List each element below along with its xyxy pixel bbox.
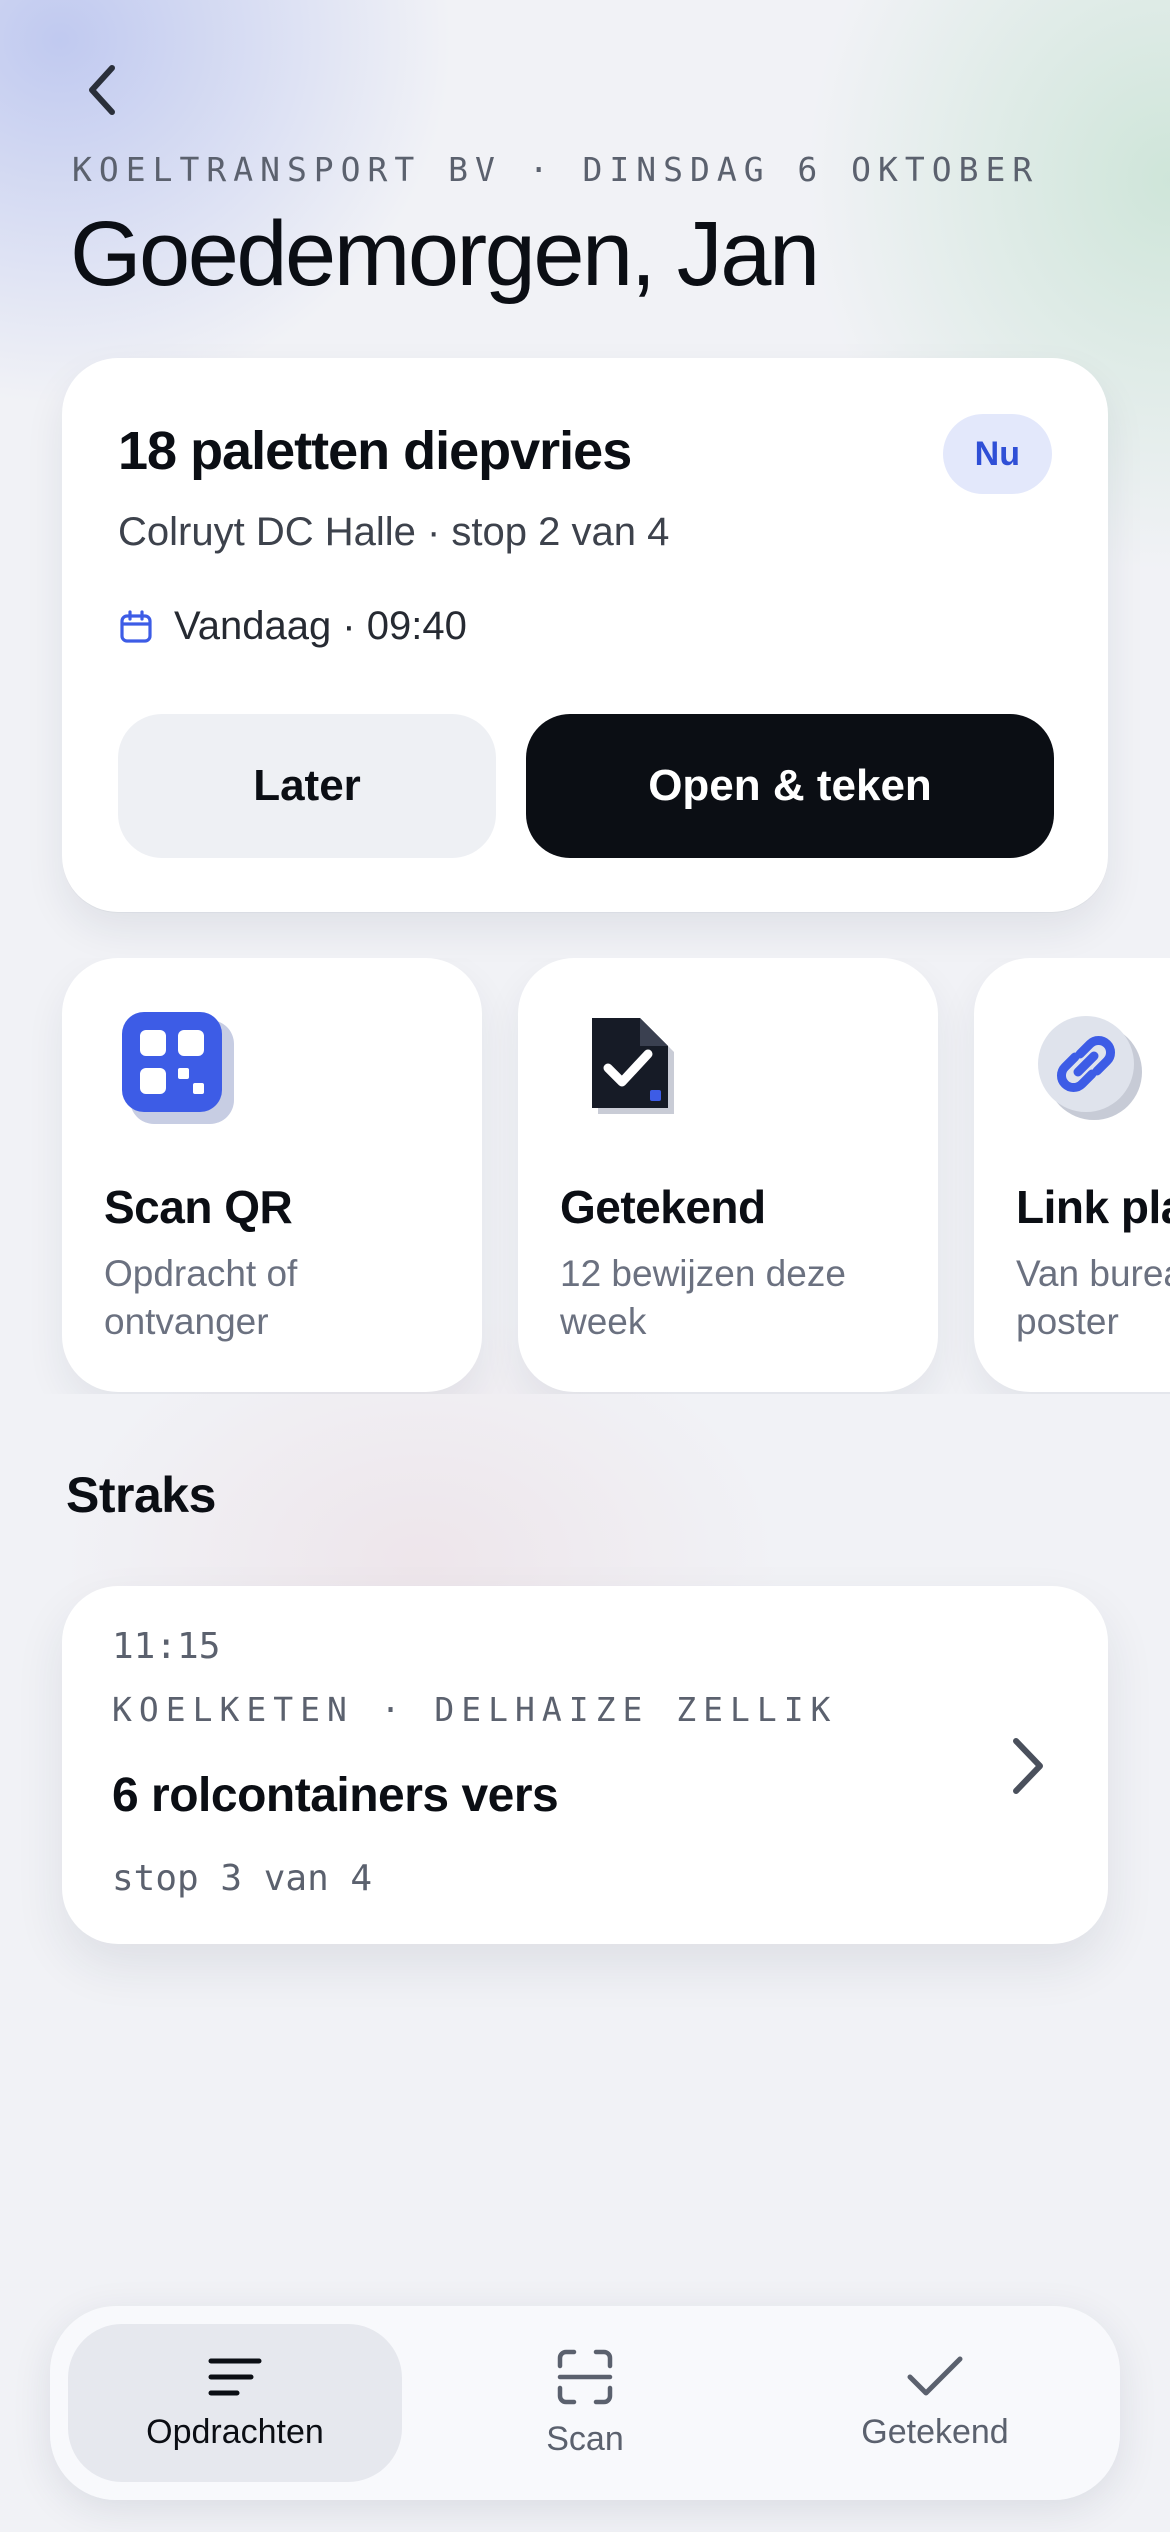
tile-title: Link plaatsen (1016, 1181, 1170, 1233)
upcoming-time: 11:15 (112, 1626, 221, 1667)
current-job-title: 18 paletten diepvries (118, 421, 632, 481)
list-icon (208, 2358, 262, 2395)
tile-title: Getekend (560, 1181, 766, 1233)
tile-scan-qr[interactable]: Scan QR Opdracht of ontvanger (62, 958, 482, 1392)
tab-label: Opdrachten (146, 2412, 324, 2451)
upcoming-job-card[interactable]: 11:15 KOELKETEN · DELHAIZE ZELLIK 6 rolc… (62, 1586, 1108, 1944)
page-title: Goedemorgen, Jan (70, 203, 820, 305)
tile-subtitle: 12 bewijzen deze week (560, 1253, 846, 1342)
upcoming-title: 6 rolcontainers vers (112, 1769, 559, 1822)
tile-signed[interactable]: Getekend 12 bewijzen deze week (518, 958, 938, 1392)
signed-document-icon (592, 1018, 674, 1114)
section-title: Straks (66, 1467, 216, 1523)
open-and-sign-button[interactable]: Open & teken (526, 714, 1054, 858)
current-job-location: Colruyt DC Halle · stop 2 van 4 (118, 510, 670, 554)
current-job-time-label: Vandaag · 09:40 (174, 604, 467, 648)
tab-getekend[interactable]: Getekend (768, 2324, 1102, 2482)
chevron-left-icon (89, 65, 115, 115)
scan-icon (557, 2349, 613, 2404)
tab-label: Scan (546, 2419, 624, 2458)
qr-icon (122, 1012, 234, 1124)
tile-subtitle: Opdracht of ontvanger (104, 1253, 298, 1342)
later-button[interactable]: Later (118, 714, 496, 858)
current-job-card[interactable]: 18 paletten diepvries Nu Colruyt DC Hall… (62, 358, 1108, 912)
tile-title: Scan QR (104, 1181, 293, 1233)
link-icon (1038, 1016, 1142, 1120)
bottom-tab-bar: Opdrachten Scan Getekend (50, 2306, 1120, 2500)
tile-subtitle: Van bureau of poster (1016, 1253, 1170, 1342)
tab-scan[interactable]: Scan (418, 2324, 752, 2482)
check-icon (907, 2356, 963, 2395)
status-badge: Nu (942, 414, 1052, 494)
upcoming-meta: KOELKETEN · DELHAIZE ZELLIK (112, 1690, 838, 1729)
tile-link[interactable]: Link plaatsen Van bureau of poster (974, 958, 1170, 1392)
tab-opdrachten[interactable]: Opdrachten (68, 2324, 402, 2482)
quick-actions: Scan QR Opdracht of ontvanger Getekend 1… (0, 958, 1170, 1394)
calendar-icon (120, 609, 152, 643)
chevron-right-icon (1013, 1738, 1043, 1794)
company-date-eyebrow: KOELTRANSPORT BV · DINSDAG 6 OKTOBER (72, 150, 1040, 189)
back-button[interactable] (70, 58, 134, 122)
tab-label: Getekend (861, 2412, 1009, 2451)
current-job-time: Vandaag · 09:40 (118, 604, 467, 649)
upcoming-stop: stop 3 van 4 (112, 1858, 373, 1899)
